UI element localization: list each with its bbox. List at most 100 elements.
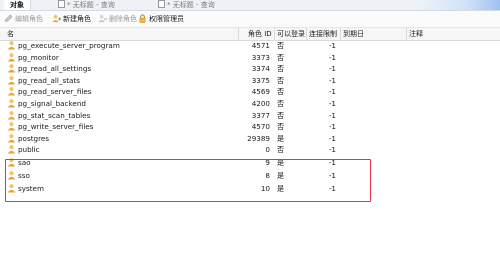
tab-objects-label: 对象 bbox=[10, 1, 24, 9]
role-id-cell: 4569 bbox=[251, 87, 270, 97]
table-row[interactable]: pg_stat_scan_tables 3377 否 -1 bbox=[0, 110, 500, 122]
role-name: pg_monitor bbox=[18, 52, 59, 62]
role-id-cell: 3375 bbox=[251, 75, 270, 85]
tab-query-2-label: * 无标题 - 查询 bbox=[167, 1, 215, 9]
role-name-cell: pg_signal_backend bbox=[7, 98, 237, 110]
user-icon bbox=[7, 75, 16, 85]
table-row[interactable]: pg_signal_backend 4200 否 -1 bbox=[0, 98, 500, 110]
header-conn-limit[interactable]: 连接限制 bbox=[306, 28, 337, 40]
role-id-cell: 3374 bbox=[251, 64, 270, 74]
can-login-cell: 否 bbox=[277, 52, 285, 62]
document-icon bbox=[158, 0, 165, 8]
conn-limit-cell: -1 bbox=[328, 64, 336, 74]
role-name-cell: pg_execute_server_program bbox=[7, 40, 237, 52]
role-name: pg_read_all_stats bbox=[18, 75, 81, 85]
role-name-cell: postgres bbox=[7, 133, 237, 145]
header-expires[interactable]: 到期日 bbox=[340, 28, 364, 40]
header-comment[interactable]: 注释 bbox=[406, 28, 423, 40]
edit-role-button[interactable]: 编辑角色 bbox=[4, 14, 43, 25]
can-login-cell: 否 bbox=[277, 145, 285, 155]
tab-bar: 对象 * 无标题 - 查询 * 无标题 - 查询 bbox=[0, 0, 500, 11]
user-icon bbox=[7, 122, 16, 131]
table-row[interactable]: pg_execute_server_program 4571 否 -1 bbox=[0, 40, 500, 52]
role-name: postgres bbox=[18, 133, 50, 143]
conn-limit-cell: -1 bbox=[328, 145, 336, 155]
conn-limit-cell: -1 bbox=[328, 122, 336, 132]
conn-limit-cell: -1 bbox=[328, 52, 336, 62]
role-id-cell: 0 bbox=[265, 145, 270, 155]
conn-limit-cell: -1 bbox=[328, 110, 336, 120]
table-row[interactable]: pg_read_all_stats 3375 否 -1 bbox=[0, 75, 500, 87]
user-icon bbox=[7, 145, 16, 154]
role-name-cell: pg_monitor bbox=[7, 52, 237, 64]
can-login-cell: 否 bbox=[277, 75, 285, 85]
role-name: pg_execute_server_program bbox=[18, 41, 120, 50]
table-row[interactable]: pg_read_all_settings 3374 否 -1 bbox=[0, 63, 500, 75]
delete-role-label: 删除角色 bbox=[109, 15, 137, 23]
role-id-cell: 4570 bbox=[251, 122, 270, 132]
table-row[interactable]: pg_write_server_files 4570 否 -1 bbox=[0, 121, 500, 133]
user-icon bbox=[7, 110, 16, 120]
role-name: public bbox=[18, 145, 40, 155]
can-login-cell: 否 bbox=[277, 41, 285, 50]
can-login-cell: 否 bbox=[277, 122, 285, 132]
privilege-manager-label: 权限管理员 bbox=[149, 15, 184, 23]
role-id-cell: 4200 bbox=[251, 99, 270, 108]
can-login-cell: 否 bbox=[277, 87, 285, 97]
highlight-box bbox=[5, 159, 371, 202]
header-role-id[interactable]: 角色 ID bbox=[238, 28, 273, 40]
role-name-cell: pg_stat_scan_tables bbox=[7, 110, 237, 122]
role-name: pg_read_server_files bbox=[18, 87, 92, 97]
toolbar: 编辑角色 新建角色 删除角色 权限管理员 bbox=[0, 11, 500, 28]
conn-limit-cell: -1 bbox=[328, 41, 336, 50]
navicat-roles-window: 对象 * 无标题 - 查询 * 无标题 - 查询 编辑角色 新建角色 删除角色 … bbox=[0, 0, 500, 256]
tab-query-1-label: * 无标题 - 查询 bbox=[67, 1, 115, 9]
table-row[interactable]: pg_read_server_files 4569 否 -1 bbox=[0, 86, 500, 98]
conn-limit-cell: -1 bbox=[328, 99, 336, 108]
document-icon bbox=[58, 0, 65, 8]
role-name: pg_read_all_settings bbox=[18, 64, 92, 74]
table-row[interactable]: pg_monitor 3373 否 -1 bbox=[0, 52, 500, 64]
user-icon bbox=[7, 52, 16, 62]
add-user-icon bbox=[52, 14, 61, 23]
role-id-cell: 3377 bbox=[251, 110, 270, 120]
role-name-cell: pg_read_server_files bbox=[7, 86, 237, 98]
user-icon bbox=[7, 99, 16, 108]
role-id-cell: 3373 bbox=[251, 52, 270, 62]
pencil-icon bbox=[4, 14, 13, 22]
role-name-cell: public bbox=[7, 144, 237, 156]
conn-limit-cell: -1 bbox=[328, 75, 336, 85]
role-name: pg_signal_backend bbox=[18, 99, 86, 108]
tab-objects[interactable]: 对象 bbox=[4, 0, 31, 10]
role-name-cell: pg_read_all_stats bbox=[7, 75, 237, 87]
can-login-cell: 否 bbox=[277, 110, 285, 120]
can-login-cell: 是 bbox=[277, 133, 285, 143]
new-role-button[interactable]: 新建角色 bbox=[52, 14, 91, 25]
user-icon bbox=[7, 87, 16, 96]
remove-user-icon bbox=[98, 14, 107, 23]
role-name-cell: pg_read_all_settings bbox=[7, 63, 237, 75]
role-id-cell: 29389 bbox=[247, 133, 270, 143]
can-login-cell: 否 bbox=[277, 99, 285, 108]
header-can-login[interactable]: 可以登录 bbox=[274, 28, 305, 40]
user-icon bbox=[7, 133, 16, 143]
user-icon bbox=[7, 41, 16, 50]
conn-limit-cell: -1 bbox=[328, 133, 336, 143]
role-name: pg_stat_scan_tables bbox=[18, 110, 91, 120]
privilege-manager-button[interactable]: 权限管理员 bbox=[138, 14, 184, 25]
edit-role-label: 编辑角色 bbox=[15, 15, 43, 23]
new-role-label: 新建角色 bbox=[63, 15, 91, 23]
role-id-cell: 4571 bbox=[251, 41, 270, 50]
header-name[interactable]: 名 bbox=[7, 28, 14, 40]
role-name-cell: pg_write_server_files bbox=[7, 121, 237, 133]
table-row[interactable]: postgres 29389 是 -1 bbox=[0, 133, 500, 145]
can-login-cell: 否 bbox=[277, 64, 285, 74]
delete-role-button[interactable]: 删除角色 bbox=[98, 14, 137, 25]
tab-bar-accent bbox=[420, 0, 500, 10]
lock-icon bbox=[139, 14, 146, 23]
tab-query-1[interactable]: * 无标题 - 查询 bbox=[58, 0, 115, 10]
tab-query-2[interactable]: * 无标题 - 查询 bbox=[158, 0, 215, 10]
table-row[interactable]: public 0 否 -1 bbox=[0, 144, 500, 156]
header-role-id-label: 角色 ID bbox=[248, 30, 272, 38]
conn-limit-cell: -1 bbox=[328, 87, 336, 97]
